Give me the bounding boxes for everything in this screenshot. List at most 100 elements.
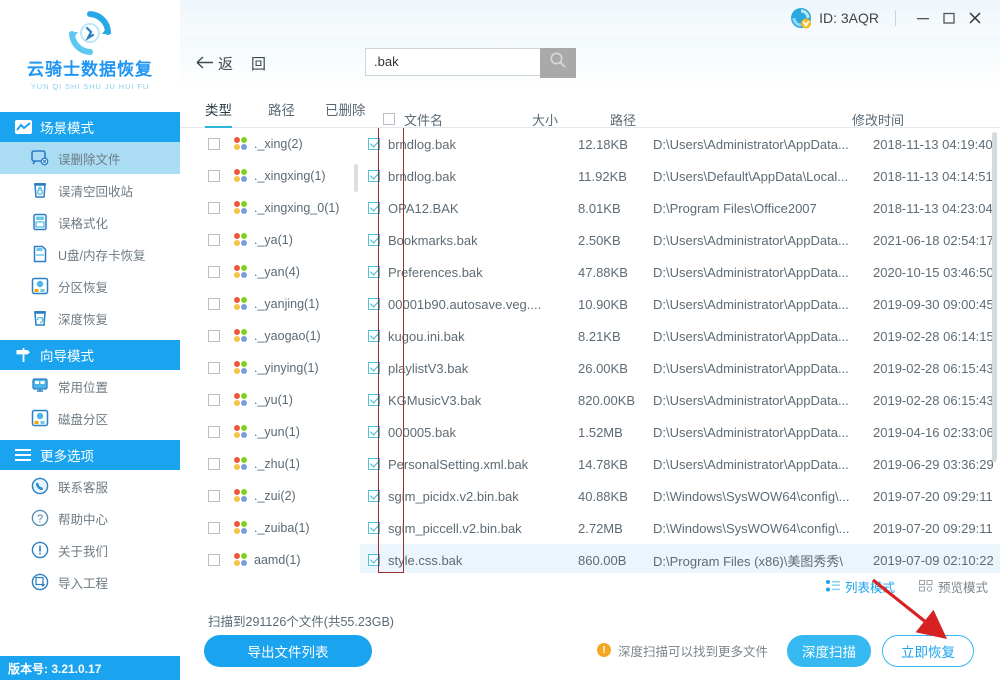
user-id-display[interactable]: ID: 3AQR (790, 7, 879, 29)
table-row[interactable]: OPA12.BAK 8.01KB D:\Program Files\Office20… (360, 192, 1000, 224)
maximize-button[interactable] (936, 5, 962, 31)
sidebar-item-about-us[interactable]: 关于我们 (0, 534, 180, 566)
back-button[interactable]: 返 回 (196, 53, 266, 74)
tree-item-checkbox[interactable] (208, 490, 220, 503)
sidebar-item-deep-recover[interactable]: 深度恢复 (0, 302, 180, 334)
file-checkbox[interactable] (368, 202, 380, 215)
file-name: PersonalSetting.xml.bak (388, 456, 529, 472)
sidebar-item-format[interactable]: 误格式化 (0, 206, 180, 238)
tree-item[interactable]: ._ya(1) (180, 224, 360, 256)
table-row[interactable]: Preferences.bak 47.88KB D:\Users\Administr… (360, 256, 1000, 288)
tree-item-checkbox[interactable] (208, 138, 220, 151)
file-list-scrollbar[interactable] (992, 132, 997, 463)
tab-type[interactable]: 类型 (205, 99, 232, 129)
tree-item[interactable]: ._zhu(1) (180, 448, 360, 480)
search-icon (549, 51, 567, 74)
table-row[interactable]: 000005.bak 1.52MB D:\Users\Administrator\A… (360, 416, 1000, 448)
tree-item[interactable]: ._zui(2) (180, 480, 360, 512)
tree-item-checkbox[interactable] (208, 554, 220, 567)
tree-item[interactable]: ._xingxing_0(1) (180, 192, 360, 224)
file-checkbox[interactable] (368, 362, 380, 375)
tree-item-checkbox[interactable] (208, 330, 220, 343)
view-mode-preview[interactable]: 预览模式 (918, 577, 988, 596)
sidebar-section-scene-mode[interactable]: 场景模式 (0, 112, 180, 142)
table-row[interactable]: playlistV3.bak 26.00KB D:\Users\Administra… (360, 352, 1000, 384)
file-checkbox[interactable] (368, 298, 380, 311)
column-mtime[interactable]: 修改时间 (852, 110, 904, 129)
select-all-checkbox[interactable] (383, 113, 395, 126)
close-button[interactable] (962, 5, 988, 31)
table-row[interactable]: brndlog.bak 12.18KB D:\Users\Administrator… (360, 128, 1000, 160)
sidebar-section-wizard-mode[interactable]: 向导模式 (0, 340, 180, 370)
tree-item-checkbox[interactable] (208, 234, 220, 247)
sidebar-section-more-options[interactable]: 更多选项 (0, 440, 180, 470)
file-checkbox[interactable] (368, 554, 380, 567)
tree-item[interactable]: ._yun(1) (180, 416, 360, 448)
tree-item-label: ._yanjing(1) (254, 297, 320, 312)
recover-now-button[interactable]: 立即恢复 (882, 634, 974, 667)
tree-item-checkbox[interactable] (208, 202, 220, 215)
app-title: 云骑士数据恢复 (27, 60, 153, 79)
tree-item[interactable]: ._yinying(1) (180, 352, 360, 384)
tree-scrollbar[interactable] (354, 164, 358, 193)
table-row[interactable]: style.css.bak 860.00B D:\Program Files (x8… (360, 544, 1000, 573)
table-row[interactable]: brndlog.bak 11.92KB D:\Users\Default\AppDa… (360, 160, 1000, 192)
tree-item[interactable]: aamd(1) (180, 544, 360, 573)
column-filename[interactable]: 文件名 (404, 110, 443, 129)
sidebar-item-deleted-file[interactable]: 误删除文件 (0, 142, 180, 174)
tree-item[interactable]: ._xing(2) (180, 128, 360, 160)
tree-item-checkbox[interactable] (208, 394, 220, 407)
file-checkbox[interactable] (368, 458, 380, 471)
tree-item-checkbox[interactable] (208, 426, 220, 439)
column-size[interactable]: 大小 (532, 110, 558, 129)
tab-path[interactable]: 路径 (268, 99, 295, 127)
sidebar-item-common-location[interactable]: 常用位置 (0, 370, 180, 402)
table-row[interactable]: KGMusicV3.bak 820.00KB D:\Users\Administra… (360, 384, 1000, 416)
deep-scan-button[interactable]: 深度扫描 (787, 634, 871, 667)
sidebar-item-usb-card-recover[interactable]: U盘/内存卡恢复 (0, 238, 180, 270)
tree-item-checkbox[interactable] (208, 170, 220, 183)
view-mode-list[interactable]: 列表模式 (825, 577, 895, 596)
file-checkbox[interactable] (368, 266, 380, 279)
sidebar-item-contact-support[interactable]: 联系客服 (0, 470, 180, 502)
file-checkbox[interactable] (368, 490, 380, 503)
sidebar-item-help-center[interactable]: ? 帮助中心 (0, 502, 180, 534)
tree-item[interactable]: ._yu(1) (180, 384, 360, 416)
tree-item[interactable]: ._xingxing(1) (180, 160, 360, 192)
minimize-button[interactable] (910, 5, 936, 31)
sidebar-item-import-project[interactable]: 导入工程 (0, 566, 180, 598)
column-path[interactable]: 路径 (610, 110, 636, 129)
search-input[interactable] (365, 47, 540, 76)
tree-item-checkbox[interactable] (208, 522, 220, 535)
tab-deleted[interactable]: 已删除 (325, 99, 366, 127)
sidebar-item-empty-recycle-bin[interactable]: 误清空回收站 (0, 174, 180, 206)
file-checkbox[interactable] (368, 234, 380, 247)
table-row[interactable]: kugou.ini.bak 8.21KB D:\Users\Administrato… (360, 320, 1000, 352)
table-row[interactable]: sgim_piccell.v2.bin.bak 2.72MB D:\Windows\… (360, 512, 1000, 544)
table-row[interactable]: sgim_picidx.v2.bin.bak 40.88KB D:\Windows\… (360, 480, 1000, 512)
file-checkbox[interactable] (368, 170, 380, 183)
tree-item-checkbox[interactable] (208, 458, 220, 471)
tree-item-label: ._xingxing(1) (254, 169, 326, 184)
sidebar-item-partition-recover[interactable]: 分区恢复 (0, 270, 180, 302)
file-checkbox[interactable] (368, 522, 380, 535)
tree-item[interactable]: ._yan(4) (180, 256, 360, 288)
tree-item-checkbox[interactable] (208, 298, 220, 311)
file-checkbox[interactable] (368, 330, 380, 343)
file-checkbox[interactable] (368, 138, 380, 151)
tree-item[interactable]: ._yaogao(1) (180, 320, 360, 352)
file-checkbox[interactable] (368, 394, 380, 407)
tree-item-checkbox[interactable] (208, 266, 220, 279)
file-checkbox[interactable] (368, 426, 380, 439)
table-row[interactable]: PersonalSetting.xml.bak 14.78KB D:\Users\A… (360, 448, 1000, 480)
sidebar-item-disk-partition[interactable]: 磁盘分区 (0, 402, 180, 434)
export-file-list-button[interactable]: 导出文件列表 (204, 634, 372, 667)
table-row[interactable]: 00001b90.autosave.veg.... 10.90KB D:\Users… (360, 288, 1000, 320)
search-button[interactable] (540, 47, 576, 78)
folder-color-dots-icon (231, 297, 247, 311)
table-row[interactable]: Bookmarks.bak 2.50KB D:\Users\Administrato… (360, 224, 1000, 256)
tree-item[interactable]: ._yanjing(1) (180, 288, 360, 320)
tree-item-checkbox[interactable] (208, 362, 220, 375)
tree-item[interactable]: ._zuiba(1) (180, 512, 360, 544)
